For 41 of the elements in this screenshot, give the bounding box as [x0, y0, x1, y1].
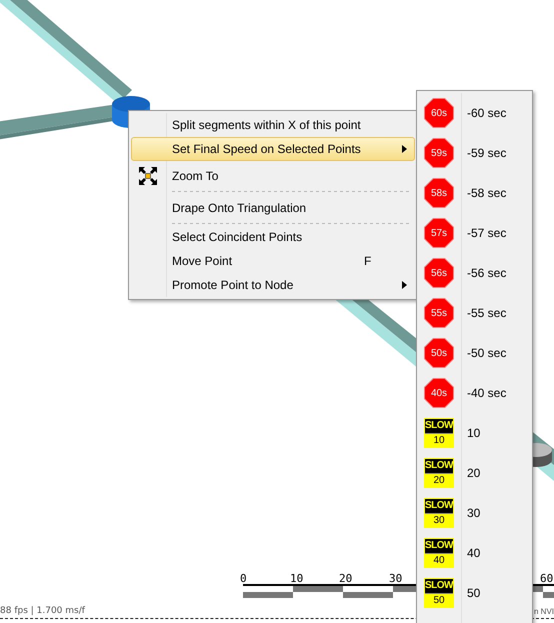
menu-item[interactable]: Promote Point to Node — [131, 273, 415, 297]
render-stats: 88 fps | 1.700 ms/f — [0, 606, 85, 616]
stop-sign: 55s — [424, 298, 454, 328]
stop-sign: 40s — [424, 378, 454, 408]
menu-item[interactable]: 40 — [461, 546, 480, 560]
menu-item[interactable]: Split segments within X of this point — [131, 113, 415, 137]
menu-item[interactable]: 10 — [461, 426, 480, 440]
menu-item[interactable]: Select Coincident Points — [131, 225, 415, 249]
menu-item[interactable]: -60 sec — [461, 106, 506, 120]
submenu-arrow-icon — [402, 281, 406, 289]
slow-sign-label: SLOW — [425, 459, 453, 473]
stop-sign: 50s — [424, 338, 454, 368]
scale-label: 60 — [540, 572, 554, 585]
menu-item[interactable]: -56 sec — [461, 266, 506, 280]
stop-sign: 57s — [424, 218, 454, 248]
menu-item[interactable]: 20 — [461, 466, 480, 480]
gpu-label: n NVI — [534, 607, 554, 616]
slow-sign-label: SLOW — [425, 499, 453, 513]
stop-sign: 59s — [424, 138, 454, 168]
menu-item[interactable]: -57 sec — [461, 226, 506, 240]
slow-sign-label: SLOW — [425, 419, 453, 433]
menu-item[interactable]: -55 sec — [461, 306, 506, 320]
menu-item[interactable]: Move Point F — [131, 249, 415, 273]
slow-sign-label: SLOW — [425, 579, 453, 593]
menu-item[interactable]: -50 sec — [461, 346, 506, 360]
stop-sign: 60s — [424, 98, 454, 128]
slow-sign-label: SLOW — [425, 539, 453, 553]
menu-item[interactable]: Set Final Speed on Selected Points — [131, 137, 415, 161]
menu-item[interactable]: 30 — [461, 506, 480, 520]
stop-sign: 58s — [424, 178, 454, 208]
scale-label: 30 — [389, 572, 402, 585]
menu-item[interactable]: -59 sec — [461, 146, 506, 160]
zoom-icon — [138, 166, 158, 186]
scale-label: 20 — [339, 572, 352, 585]
submenu-arrow-icon — [402, 145, 406, 153]
scale-label: 0 — [240, 572, 247, 585]
stop-sign: 56s — [424, 258, 454, 288]
menu-item[interactable]: -58 sec — [461, 186, 506, 200]
scale-label: 10 — [290, 572, 304, 585]
menu-item[interactable]: -40 sec — [461, 386, 506, 400]
menu-item[interactable]: 50 — [461, 586, 480, 600]
